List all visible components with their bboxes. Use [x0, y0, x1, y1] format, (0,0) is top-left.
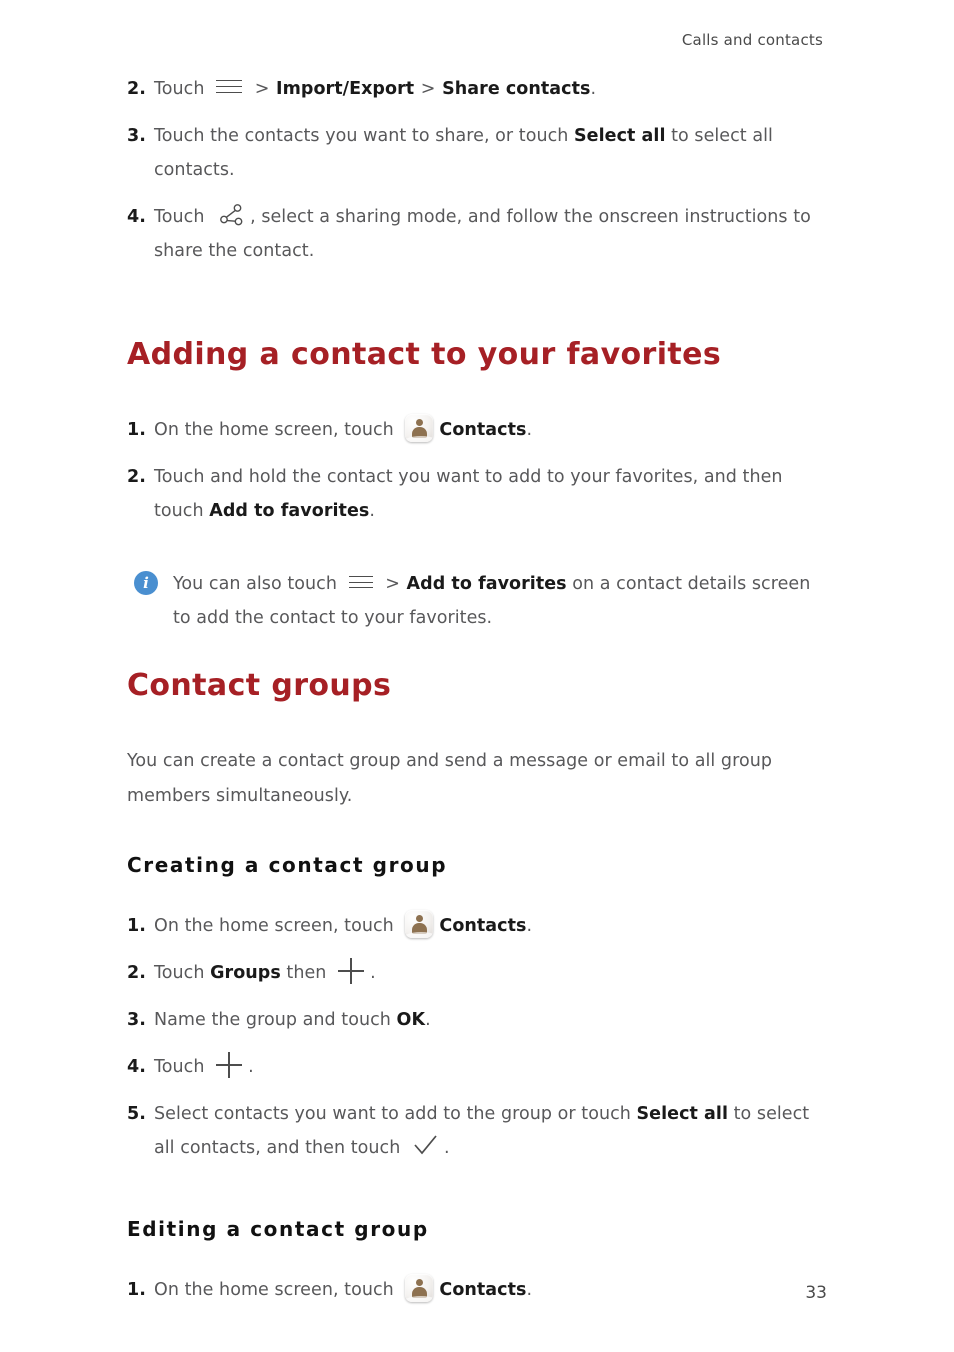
step-number: 2. [127, 79, 146, 99]
info-note: i You can also touch > Add to favorites o… [127, 567, 827, 635]
step-number: 5. [127, 1104, 146, 1124]
running-header: Calls and contacts [681, 31, 823, 49]
list-item: 4. Touch . [127, 1050, 827, 1084]
page-number: 33 [805, 1283, 827, 1303]
check-icon [411, 1134, 439, 1158]
step-number: 4. [127, 1057, 146, 1077]
list-item: 3. Name the group and touch OK. [127, 1003, 827, 1037]
step-text-2: then [280, 963, 333, 983]
contacts-app-icon [405, 414, 434, 442]
select-all-label: Select all [574, 126, 666, 146]
step-number: 1. [127, 420, 146, 440]
contacts-app-icon [405, 910, 434, 938]
separator-gt-2: > [415, 79, 442, 99]
separator-gt: > [379, 574, 406, 594]
menu-icon [216, 78, 243, 96]
step-number: 3. [127, 1010, 146, 1030]
contact-groups-intro: You can create a contact group and send … [127, 751, 772, 806]
step-number: 2. [127, 963, 146, 983]
list-item: 2. Touch Groups then . [127, 956, 827, 990]
list-item: 2. Touch and hold the contact you want t… [127, 460, 827, 528]
step-text: Select contacts you want to add to the g… [154, 1104, 637, 1124]
share-icon [217, 203, 245, 229]
plus-icon [216, 1052, 243, 1078]
step-period: . [590, 79, 597, 99]
step-number: 3. [127, 126, 146, 146]
step-number: 4. [127, 207, 146, 227]
subheading-editing-group: Editing a contact group [127, 1217, 429, 1241]
step-text: On the home screen, touch [154, 916, 400, 936]
step-period: . [526, 420, 533, 440]
step-text: Name the group and touch [154, 1010, 397, 1030]
step-text: Touch [154, 963, 211, 983]
step-period: . [425, 1010, 431, 1030]
separator-gt: > [249, 79, 276, 99]
section-heading-contact-groups: Contact groups [127, 668, 392, 703]
creating-group-steps: 1. On the home screen, touch Contacts. 2… [127, 909, 827, 1165]
page-content: 2. Touch > Import/Export > Share contact… [127, 72, 827, 1320]
step-text-2: , select a sharing mode, and follow the … [154, 207, 811, 261]
subheading-creating-group: Creating a contact group [127, 853, 448, 877]
contacts-label: Contacts [439, 916, 527, 936]
step-number: 1. [127, 916, 146, 936]
add-to-favorites-label: Add to favorites [406, 574, 567, 594]
info-icon: i [134, 571, 158, 595]
list-item: 5. Select contacts you want to add to th… [127, 1097, 827, 1165]
step-period: . [370, 963, 376, 983]
step-text: On the home screen, touch [154, 420, 400, 440]
select-all-label: Select all [636, 1104, 729, 1124]
menu-icon [348, 575, 373, 591]
share-contacts-steps: 2. Touch > Import/Export > Share contact… [127, 72, 827, 268]
section-heading-favorites: Adding a contact to your favorites [127, 337, 722, 372]
import-export-label: Import/Export [276, 79, 415, 99]
step-text: Touch [154, 207, 211, 227]
share-contacts-label: Share contacts [442, 79, 591, 99]
step-text: Touch the contacts you want to share, or… [154, 126, 575, 146]
step-number: 2. [127, 467, 146, 487]
list-item: 1. On the home screen, touch Contacts. [127, 413, 827, 447]
favorites-steps: 1. On the home screen, touch Contacts. 2… [127, 413, 827, 528]
step-text: Touch [154, 79, 211, 99]
step-text: Touch [154, 1057, 211, 1077]
step-period: . [444, 1138, 450, 1158]
step-period: . [248, 1057, 254, 1077]
note-text: You can also touch [173, 574, 343, 594]
step-period: . [369, 501, 375, 521]
list-item: 1. On the home screen, touch Contacts. [127, 909, 827, 943]
list-item: 4. Touch , select a sharing mode, and fo… [127, 200, 827, 268]
groups-label: Groups [210, 963, 281, 983]
document-page: Calls and contacts 2. Touch > Import/Exp… [0, 0, 954, 1352]
ok-label: OK [396, 1010, 426, 1030]
add-to-favorites-label: Add to favorites [209, 501, 370, 521]
plus-icon [338, 958, 365, 984]
step-period: . [526, 916, 533, 936]
list-item: 2. Touch > Import/Export > Share contact… [127, 72, 827, 106]
list-item: 3. Touch the contacts you want to share,… [127, 119, 827, 187]
contacts-label: Contacts [439, 420, 527, 440]
